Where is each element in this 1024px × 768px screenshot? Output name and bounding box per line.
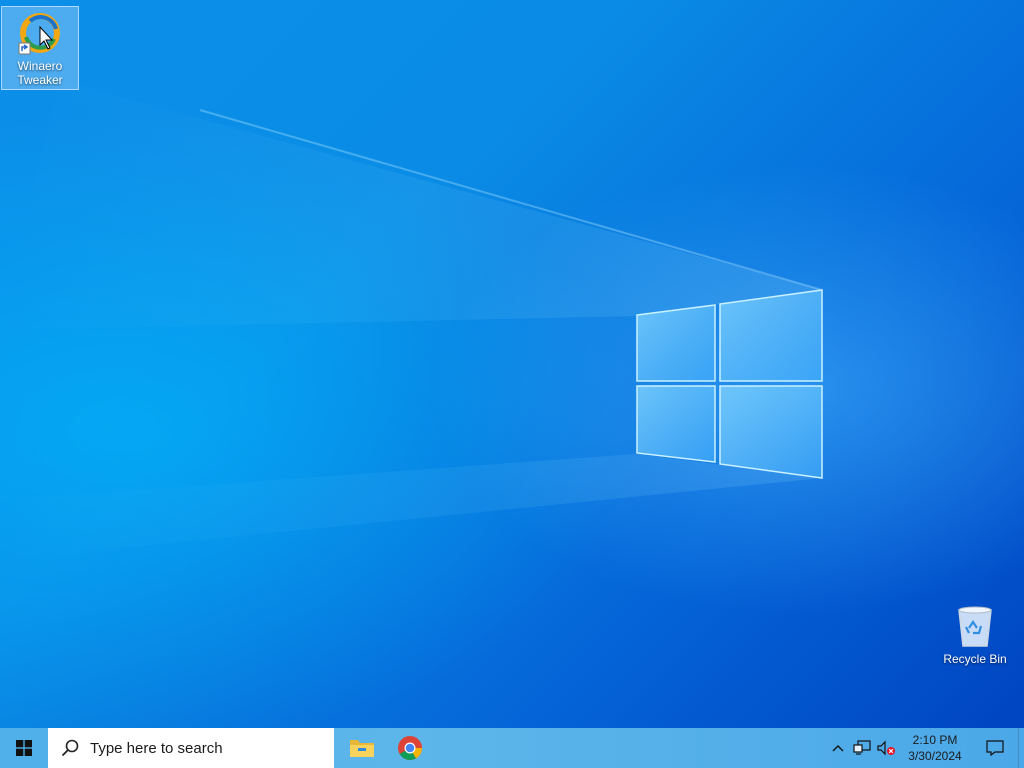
network-icon bbox=[853, 740, 871, 755]
volume-muted-icon bbox=[877, 740, 895, 756]
action-center-button[interactable] bbox=[972, 728, 1018, 768]
taskbar-app-chrome[interactable] bbox=[386, 728, 434, 768]
desktop-icon-label: Winaero Tweaker bbox=[17, 59, 63, 87]
file-explorer-icon bbox=[350, 740, 374, 757]
show-desktop-button[interactable] bbox=[1018, 728, 1024, 768]
search-box[interactable] bbox=[48, 728, 334, 768]
search-input[interactable] bbox=[88, 738, 322, 758]
search-icon bbox=[61, 739, 79, 757]
desktop-icon-winaero-tweaker[interactable]: Winaero Tweaker bbox=[1, 6, 79, 90]
desktop-icon-recycle-bin[interactable]: Recycle Bin bbox=[937, 600, 1013, 666]
clock[interactable]: 2:10 PM 3/30/2024 bbox=[898, 732, 972, 764]
taskbar: 2:10 PM 3/30/2024 bbox=[0, 728, 1024, 768]
windows-logo-icon bbox=[16, 740, 32, 756]
show-hidden-icons-button[interactable] bbox=[826, 728, 850, 768]
chrome-icon bbox=[398, 736, 423, 761]
winaero-tweaker-icon bbox=[16, 9, 64, 57]
clock-time: 2:10 PM bbox=[912, 733, 958, 747]
system-tray: 2:10 PM 3/30/2024 bbox=[826, 728, 1024, 768]
volume-button[interactable] bbox=[874, 728, 898, 768]
desktop-icon-label: Recycle Bin bbox=[943, 652, 1007, 666]
clock-date: 3/30/2024 bbox=[908, 749, 962, 763]
desktop-wallpaper bbox=[0, 0, 1024, 728]
network-button[interactable] bbox=[850, 728, 874, 768]
start-button[interactable] bbox=[0, 728, 48, 768]
chevron-up-icon bbox=[832, 745, 844, 752]
recycle-bin-icon bbox=[951, 602, 999, 650]
notification-icon bbox=[986, 740, 1004, 756]
taskbar-app-file-explorer[interactable] bbox=[338, 728, 386, 768]
